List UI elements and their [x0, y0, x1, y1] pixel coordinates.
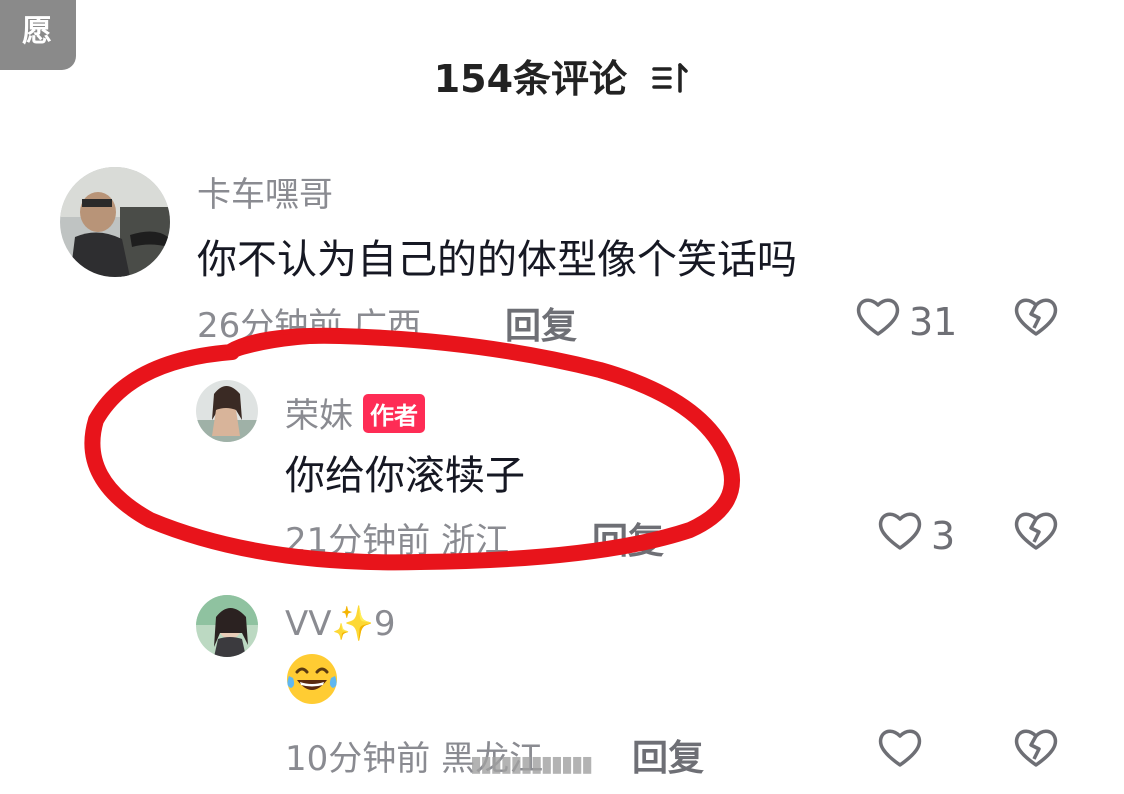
reply-button[interactable]: 回复 — [592, 512, 664, 564]
comment-location: 广西 — [353, 306, 422, 346]
comment-username[interactable]: 卡车嘿哥 — [197, 167, 333, 216]
dislike-button[interactable] — [1012, 296, 1060, 342]
author-badge: 作者 — [363, 394, 425, 433]
watermark: ▮▮▮▮▮▮▮▮▮▮▮▮ — [470, 752, 593, 777]
comment-username-text: 荣妹 — [285, 396, 353, 436]
comment-meta: 21分钟前 浙江 — [285, 513, 509, 562]
avatar[interactable] — [196, 595, 258, 657]
heart-outline-icon — [855, 296, 901, 347]
like-button[interactable]: 31 — [855, 296, 957, 347]
avatar[interactable] — [196, 380, 258, 442]
reply-button[interactable]: 回复 — [505, 297, 577, 349]
broken-heart-icon — [1012, 729, 1060, 773]
red-highlight-circle — [84, 327, 740, 571]
comment-text: 你给你滚犊子 — [285, 453, 525, 499]
dislike-button[interactable] — [1012, 727, 1060, 773]
dislike-button[interactable] — [1012, 510, 1060, 556]
sort-icon[interactable] — [650, 60, 690, 104]
comment-time: 26分钟前 — [197, 306, 343, 346]
comment-count-title: 154条评论 — [433, 57, 628, 101]
comment-time: 21分钟前 — [285, 521, 431, 561]
comment-time: 10分钟前 — [285, 739, 431, 779]
reply-button[interactable]: 回复 — [632, 729, 704, 781]
broken-heart-icon — [1012, 298, 1060, 342]
heart-outline-icon — [877, 727, 923, 778]
comment-username[interactable]: 荣妹 作者 — [285, 388, 425, 437]
avatar[interactable] — [60, 167, 170, 277]
heart-outline-icon — [877, 510, 923, 561]
comment-location: 浙江 — [441, 521, 510, 561]
like-count: 3 — [931, 513, 956, 558]
tears-of-joy-emoji-icon — [287, 654, 337, 704]
comment-text: 你不认为自己的的体型像个笑话吗 — [197, 237, 797, 283]
comment-meta: 26分钟前 广西 — [197, 298, 421, 347]
comments-header: 154条评论 — [0, 48, 1124, 104]
comment-text: 😂 — [283, 650, 341, 718]
like-button[interactable] — [877, 727, 931, 778]
comment-username[interactable]: VV✨9 — [285, 604, 395, 644]
like-button[interactable]: 3 — [877, 510, 955, 561]
broken-heart-icon — [1012, 512, 1060, 556]
like-count: 31 — [909, 299, 958, 344]
